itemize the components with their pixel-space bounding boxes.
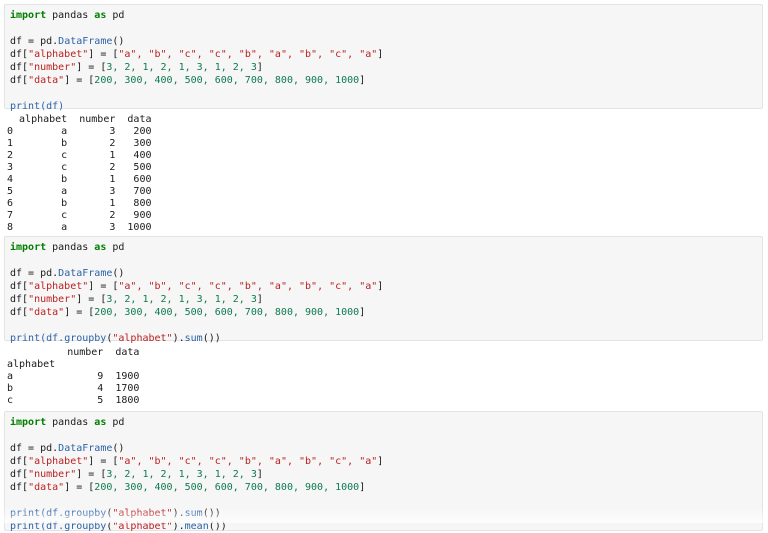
data-line: df["data"] = [200, 300, 400, 500, 600, 7… <box>10 307 366 318</box>
output-line: 6 b 1 800 <box>7 198 152 209</box>
print-line: print(df.groupby("alphabet").sum()) <box>10 508 221 519</box>
output-line: b 4 1700 <box>7 383 140 394</box>
output-line: c 5 1800 <box>7 395 140 406</box>
number-line: df["number"] = [3, 2, 1, 2, 1, 3, 1, 2, … <box>10 469 263 480</box>
output-line: 3 c 2 500 <box>7 162 152 173</box>
number-line: df["number"] = [3, 2, 1, 2, 1, 3, 1, 2, … <box>10 62 263 73</box>
number-line: df["number"] = [3, 2, 1, 2, 1, 3, 1, 2, … <box>10 294 263 305</box>
print-line: print(df) <box>10 101 65 112</box>
dataframe-line: df = pd.DataFrame() <box>10 268 125 279</box>
import-line: import pandas as pd <box>10 417 125 428</box>
output-line: 1 b 2 300 <box>7 138 152 149</box>
output-line: 4 b 1 600 <box>7 174 152 185</box>
import-line: import pandas as pd <box>10 242 125 253</box>
print-line: print(df.groupby("alphabet").mean()) <box>10 521 227 532</box>
alphabet-line: df["alphabet"] = ["a", "b", "c", "c", "b… <box>10 49 384 60</box>
output-line: 2 c 1 400 <box>7 150 152 161</box>
data-line: df["data"] = [200, 300, 400, 500, 600, 7… <box>10 75 366 86</box>
dataframe-line: df = pd.DataFrame() <box>10 443 125 454</box>
dataframe-line: df = pd.DataFrame() <box>10 36 125 47</box>
output-line: alphabet number data <box>7 114 152 125</box>
output-line: a 9 1900 <box>7 371 140 382</box>
code-cell-2[interactable]: import pandas as pd df = pd.DataFrame() … <box>4 236 763 344</box>
print-line: print(df.groupby("alphabet").sum()) <box>10 333 221 344</box>
alphabet-line: df["alphabet"] = ["a", "b", "c", "c", "b… <box>10 456 384 467</box>
data-line: df["data"] = [200, 300, 400, 500, 600, 7… <box>10 482 366 493</box>
output-line: 5 a 3 700 <box>7 186 152 197</box>
alphabet-line: df["alphabet"] = ["a", "b", "c", "c", "b… <box>10 281 384 292</box>
import-line: import pandas as pd <box>10 10 125 21</box>
output-line: alphabet <box>7 359 56 370</box>
code-cell-3[interactable]: import pandas as pd df = pd.DataFrame() … <box>4 411 763 532</box>
output-line: 7 c 2 900 <box>7 210 152 221</box>
output-line: 0 a 3 200 <box>7 126 152 137</box>
output-line: number data <box>7 347 140 358</box>
output-line: 8 a 3 1000 <box>7 222 152 233</box>
code-cell-1[interactable]: import pandas as pd df = pd.DataFrame() … <box>4 4 763 112</box>
